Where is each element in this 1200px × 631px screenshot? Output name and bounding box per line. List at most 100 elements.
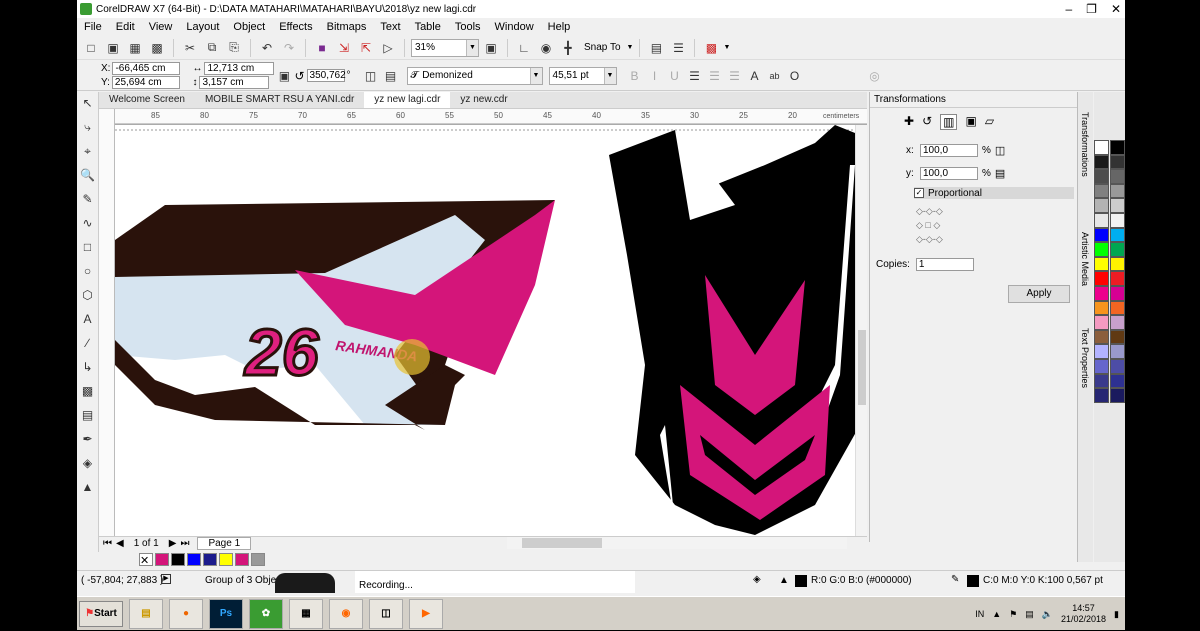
mirror-horizontal-icon[interactable]: ◫ [995,144,1005,157]
color-swatch[interactable] [235,552,249,566]
tab-artistic-media[interactable]: Artistic Media [1080,232,1090,286]
bullet-list-icon[interactable]: ☰ [705,66,725,86]
tab-yz-new[interactable]: yz new.cdr [450,92,517,108]
export-icon[interactable]: ⇱ [356,38,376,58]
copies-field[interactable]: 1 [915,258,974,271]
application-launcher-icon[interactable]: ☰ [668,38,688,58]
palette-swatch[interactable] [1094,256,1109,272]
page-tab[interactable]: Page 1 [197,537,252,550]
publish-pdf-icon[interactable]: ▷ [378,38,398,58]
y-position-field[interactable]: 25,694 cm [111,76,180,89]
copy-icon[interactable]: ⧉ [202,38,222,58]
play-icon[interactable]: ▶ [161,574,171,584]
palette-swatch[interactable] [1094,198,1109,213]
palette-swatch[interactable] [1110,227,1125,243]
show-grid-icon[interactable]: ◉ [536,38,556,58]
language-indicator[interactable]: IN [975,609,984,619]
monitor-icon[interactable]: ▩ [701,38,721,58]
font-list-select[interactable]: 𝓣 Demonized ▼ [406,66,543,85]
transparency-tool-icon[interactable]: ▤ [80,408,96,426]
print-icon[interactable]: ▩ [147,38,167,58]
size-icon[interactable]: ▣ [965,114,976,130]
minimize-icon[interactable]: – [1065,0,1072,18]
show-guidelines-icon[interactable]: ╋ [558,38,578,58]
palette-swatch[interactable] [1094,329,1109,345]
width-field[interactable]: 12,713 cm [204,62,275,75]
tray-up-icon[interactable]: ▲ [992,609,1001,619]
redo-icon[interactable]: ↷ [279,38,299,58]
tab-transformations[interactable]: Transformations [1080,112,1090,177]
palette-swatch[interactable] [1094,140,1109,155]
close-icon[interactable]: ✕ [1111,0,1121,18]
lock-ratio-icon[interactable]: ▣ [274,66,294,86]
palette-swatch[interactable] [1110,271,1125,286]
flag-icon[interactable]: ⚑ [1009,609,1017,620]
menu-object[interactable]: Object [226,21,272,33]
menu-window[interactable]: Window [488,21,541,33]
connector-tool-icon[interactable]: ↳ [80,360,96,378]
proportional-checkbox[interactable]: ✓ [914,188,924,198]
palette-swatch[interactable] [1094,373,1109,389]
horizontal-scrollbar[interactable] [507,537,847,549]
edit-text-icon[interactable]: ab [765,66,785,86]
palette-swatch[interactable] [1110,358,1125,374]
full-screen-preview-icon[interactable]: ▣ [481,38,501,58]
snap-to-button[interactable]: Snap To [584,42,621,53]
palette-swatch[interactable] [1094,154,1109,170]
palette-swatch[interactable] [1110,212,1125,228]
mirror-horizontal-icon[interactable]: ◫ [361,66,381,86]
palette-swatch[interactable] [1110,285,1125,301]
calculator-taskbar-icon[interactable]: ▦ [289,598,323,629]
palette-swatch[interactable] [1094,212,1109,228]
palette-swatch[interactable] [1110,242,1125,257]
rectangle-tool-icon[interactable]: □ [80,240,96,258]
vertical-scroll-thumb[interactable] [858,330,866,405]
show-rulers-icon[interactable]: ∟ [514,38,534,58]
palette-swatch[interactable] [1094,358,1109,374]
scale-mirror-icon[interactable]: ▥ [940,114,958,130]
menu-file[interactable]: File [77,21,109,33]
height-field[interactable]: 3,157 cm [199,76,270,89]
open-icon[interactable]: ▣ [103,38,123,58]
palette-swatch[interactable] [1110,183,1125,199]
palette-swatch[interactable] [1094,285,1109,301]
palette-swatch[interactable] [1110,329,1125,345]
vertical-scrollbar[interactable] [855,125,867,536]
color-swatch[interactable] [203,552,217,566]
horizontal-scroll-thumb[interactable] [522,538,602,548]
undo-icon[interactable]: ↶ [257,38,277,58]
options-icon[interactable]: ▤ [646,38,666,58]
menu-table[interactable]: Table [408,21,448,33]
text-alignment-icon[interactable]: ☰ [685,66,705,86]
cut-icon[interactable]: ✂ [180,38,200,58]
palette-swatch[interactable] [1110,300,1125,316]
no-color-swatch[interactable]: ✕ [139,552,153,567]
palette-swatch[interactable] [1094,344,1109,359]
text-properties-icon[interactable]: A [745,66,765,86]
skew-icon[interactable]: ▱ [985,114,994,130]
palette-swatch[interactable] [1094,169,1109,184]
palette-swatch[interactable] [1094,242,1109,257]
search-content-icon[interactable]: ■ [312,38,332,58]
palette-swatch[interactable] [1094,300,1109,316]
palette-swatch[interactable] [1094,388,1109,403]
scale-y-field[interactable]: 100,0 [920,167,978,180]
video-editor-taskbar-icon[interactable]: ◫ [369,598,403,629]
first-page-icon[interactable]: ⏮ [103,538,112,549]
pick-tool-icon[interactable]: ↖ [80,96,96,114]
paste-icon[interactable]: ⎘ [224,38,244,58]
last-page-icon[interactable]: ⏭ [180,538,189,549]
vertical-ruler[interactable] [99,109,115,536]
zoom-tool-icon[interactable]: 🔍 [80,168,96,186]
horizontal-ruler[interactable]: 85 80 75 70 65 60 55 50 45 40 35 30 25 2… [115,109,867,125]
anchor-point-grid[interactable]: ◇-◇-◇ ◇ □ ◇ ◇-◇-◇ [916,204,943,246]
menu-tools[interactable]: Tools [448,21,488,33]
palette-swatch[interactable] [1110,154,1125,170]
menu-view[interactable]: View [142,21,180,33]
firefox-taskbar-icon[interactable]: ● [169,598,203,629]
palette-swatch[interactable] [1094,183,1109,199]
palette-swatch[interactable] [1110,140,1125,155]
drawing-canvas[interactable]: 26 RAHMANDA [115,125,866,536]
tab-yz-new-lagi[interactable]: yz new lagi.cdr [364,92,451,108]
network-icon[interactable]: ▤ [1025,609,1034,620]
